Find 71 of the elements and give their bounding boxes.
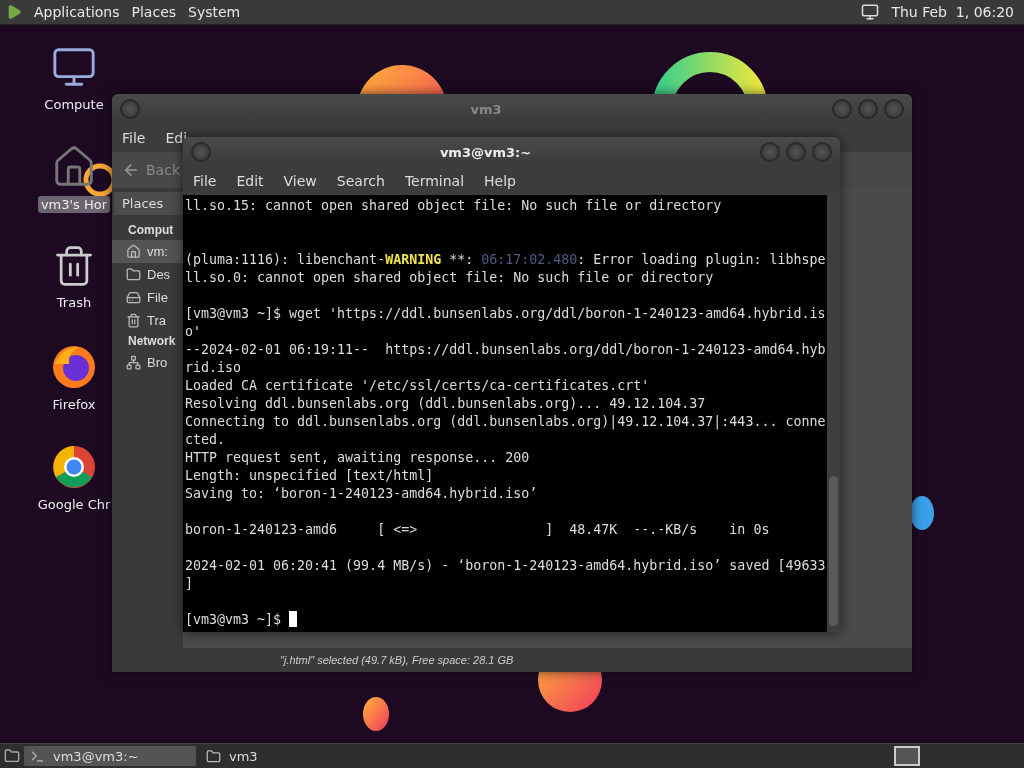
terminal-line: rid.iso [185,360,242,375]
menu-item[interactable]: Search [336,173,385,189]
terminal-line: Resolving ddl.bunsenlabs.org (ddl.bunsenlabs.org)... 49.12.104.37 [185,396,706,411]
terminal-line: ll.so.15: cannot open shared object file: No such file or directory [185,198,722,213]
browser-logo-icon [51,444,97,490]
terminal-line: Saving to: ‘boron-1-240123-amd64.hybrid.iso’ [185,486,538,501]
text-cursor [289,611,298,627]
sidebar-header[interactable]: Places [114,192,183,215]
taskbar-button[interactable]: vm3@vm3:~ [24,746,196,766]
sidebar-item[interactable]: File [112,286,183,309]
maximize-button[interactable] [858,99,878,119]
sidebar-item[interactable]: Tra [112,309,183,332]
menu-item[interactable]: File [122,130,146,146]
sidebar-section-title: Network [127,333,177,350]
sidebar-section-title: Comput [127,222,175,239]
terminal-line: HTTP request sent, awaiting response... 200 [185,450,530,465]
menu-item[interactable]: View [283,173,317,189]
close-button[interactable] [884,99,904,119]
terminal-line: [vm3@vm3 ~]$ wget 'https://ddl.bunsenlabs.org/ddl/boron-1-240123-amd64.hybrid.is [185,306,826,321]
wallpaper-drop [910,496,934,530]
terminal-line: 2024-02-01 06:20:41 (99.4 MB/s) - ‘boron-1-240123-amd64.hybrid.iso’ saved [49633 [185,558,826,573]
desktop-icon-label[interactable]: Trash [53,294,95,311]
minimize-button[interactable] [832,99,852,119]
menu-item[interactable]: Help [484,173,516,189]
menu-item[interactable]: File [193,173,217,189]
desktop-icon-label[interactable]: vm3's Hor [37,196,111,213]
menu-item[interactable]: Edit [236,173,264,189]
show-desktop-icon[interactable] [4,748,20,764]
panel-menu[interactable]: System [188,4,241,20]
terminal-line: o' [185,324,201,339]
folder-icon [126,267,141,282]
terminal-line: ll.so.0: cannot open shared object file: No such file or directory [185,270,714,285]
window-title: vm3@vm3:~ [438,144,533,160]
desktop-icon-label[interactable]: Compute [41,96,107,113]
terminal-line: boron-1-240123-amd6 [ <=> ] 48.47K --.-KB/s in 0s [185,522,770,537]
menu-item[interactable]: Terminal [404,173,465,189]
sidebar-item[interactable]: Bro [112,351,183,374]
maximize-button[interactable] [786,142,806,162]
wallpaper-bubble [363,697,389,731]
browser-logo-icon [51,344,97,390]
terminal-line: cted. [185,432,226,447]
scrollbar[interactable] [827,195,840,632]
taskbar-button[interactable]: vm3 [200,746,372,766]
window-menu-button[interactable] [191,142,211,162]
terminal-line: ] [185,576,193,591]
status-text: "j.html" selected (49.7 kB), Free space: 28.1 GB [112,648,912,672]
desktop-icon-label[interactable]: Google Chr [34,496,114,513]
workspace-switcher[interactable] [894,746,920,766]
desktop-icon-label[interactable]: Firefox [49,396,99,413]
folder-icon [206,748,221,764]
sidebar-item[interactable]: vm: [112,240,183,263]
shell-prompt: [vm3@vm3 ~]$ [185,612,283,627]
window-title: vm3 [469,101,503,117]
terminal-line: Connecting to ddl.bunsenlabs.org (ddl.bunsenlabs.org)|49.12.104.37|:443... conne [185,414,826,429]
clock[interactable]: Thu Feb 1, 06:20 [891,4,1014,20]
window-menu-button[interactable] [120,99,140,119]
terminal-line: Length: unspecified [text/html] [185,468,434,483]
drive-icon [126,290,141,305]
minimize-button[interactable] [760,142,780,162]
home-icon [126,244,141,259]
network-icon [126,355,141,370]
close-button[interactable] [812,142,832,162]
sidebar-item[interactable]: Des [112,263,183,286]
panel-menu[interactable]: Applications [34,4,120,20]
panel-menu[interactable]: Places [131,4,177,20]
terminal-line: Loaded CA certificate '/etc/ssl/certs/ca-certificates.crt' [185,378,650,393]
terminal-line: (pluma:1116): libenchant-WARNING **: 06:17:02.480: Error loading plugin: libhspe [185,252,826,267]
trash-icon [126,313,141,328]
menu-logo-icon[interactable] [6,4,22,20]
terminal-icon [30,748,45,764]
terminal-line: --2024-02-01 06:19:11-- https://ddl.bunsenlabs.org/ddl/boron-1-240123-amd64.hyb [185,342,826,357]
